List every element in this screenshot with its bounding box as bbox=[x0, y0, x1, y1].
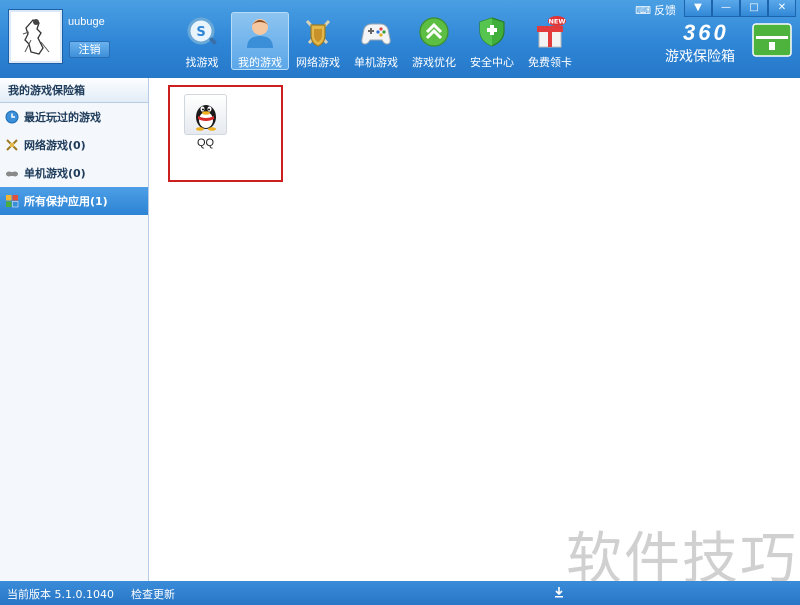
nav-game-optimize[interactable]: 游戏优化 bbox=[405, 12, 463, 70]
feedback-button[interactable]: ⌨ 反馈 bbox=[635, 0, 684, 18]
search-game-icon: S bbox=[187, 17, 217, 45]
nav-label: 找游戏 bbox=[185, 56, 219, 69]
app-label: QQ bbox=[196, 137, 215, 149]
download-icon[interactable] bbox=[553, 586, 565, 601]
nav-single-games[interactable]: 单机游戏 bbox=[347, 12, 405, 70]
maximize-button[interactable]: □ bbox=[740, 0, 768, 17]
sidebar: 我的游戏保险箱 最近玩过的游戏 网络游戏(0) 单机游戏(0) 所有保护应用(1… bbox=[0, 78, 149, 581]
header-bar: uubuge 注销 S 找游戏 我的游戏 网络游戏 单机游戏 游戏优化 安全中心… bbox=[0, 0, 800, 78]
gamepad-icon bbox=[5, 166, 19, 180]
menu-button[interactable]: ▼ bbox=[684, 0, 712, 17]
nav-label: 安全中心 bbox=[470, 56, 514, 69]
sidebar-item-online[interactable]: 网络游戏(0) bbox=[0, 131, 148, 159]
nav-label: 网络游戏 bbox=[296, 56, 340, 69]
username: uubuge bbox=[68, 16, 105, 28]
nav-label: 游戏优化 bbox=[412, 56, 456, 69]
nav-online-games[interactable]: 网络游戏 bbox=[289, 12, 347, 70]
status-bar: 当前版本 5.1.0.1040 检查更新 bbox=[0, 581, 800, 605]
sidebar-title: 我的游戏保险箱 bbox=[0, 78, 148, 103]
content-area: QQ bbox=[149, 78, 800, 581]
sidebar-item-label: 最近玩过的游戏 bbox=[24, 111, 101, 124]
apps-icon bbox=[5, 194, 19, 208]
nav-free-card[interactable]: NEW 免费领卡 bbox=[521, 12, 579, 70]
feedback-label: 反馈 bbox=[654, 4, 676, 17]
swords-shield-icon bbox=[305, 19, 331, 47]
logout-button[interactable]: 注销 bbox=[69, 41, 110, 58]
nav-my-games[interactable]: 我的游戏 bbox=[231, 12, 289, 70]
nav-find-games[interactable]: S 找游戏 bbox=[173, 12, 231, 70]
nav-label: 免费领卡 bbox=[528, 56, 572, 69]
gamepad-icon bbox=[361, 23, 391, 45]
nav-label: 我的游戏 bbox=[238, 56, 282, 69]
svg-text:S: S bbox=[196, 25, 205, 40]
new-badge: NEW bbox=[548, 18, 565, 26]
brand-number: 360 bbox=[683, 20, 729, 45]
window-controls: ⌨ 反馈 ▼ — □ ✕ bbox=[635, 0, 796, 18]
chevron-down-icon: ▼ bbox=[694, 2, 702, 13]
safe-box-icon bbox=[752, 23, 792, 57]
sidebar-item-label: 单机游戏(0) bbox=[24, 167, 86, 180]
qq-penguin-icon bbox=[195, 104, 216, 131]
gift-icon: NEW bbox=[537, 16, 566, 48]
sidebar-item-label: 所有保护应用(1) bbox=[24, 195, 108, 208]
close-button[interactable]: ✕ bbox=[768, 0, 796, 17]
arrow-up-icon bbox=[419, 17, 449, 47]
minimize-button[interactable]: — bbox=[712, 0, 740, 17]
feedback-icon: ⌨ bbox=[635, 3, 651, 17]
main-nav: S 找游戏 我的游戏 网络游戏 单机游戏 游戏优化 安全中心 NEW 免费领卡 bbox=[173, 12, 579, 70]
swords-icon bbox=[5, 138, 19, 152]
sidebar-item-single[interactable]: 单机游戏(0) bbox=[0, 159, 148, 187]
user-icon bbox=[247, 19, 273, 48]
brand: 360 游戏保险箱 bbox=[665, 22, 735, 66]
brand-name: 游戏保险箱 bbox=[665, 49, 735, 65]
sidebar-item-recent[interactable]: 最近玩过的游戏 bbox=[0, 103, 148, 131]
app-card-qq[interactable]: QQ bbox=[168, 85, 283, 182]
avatar-figure-icon bbox=[11, 12, 60, 61]
shield-check-icon bbox=[479, 17, 505, 47]
sidebar-item-label: 网络游戏(0) bbox=[24, 139, 86, 152]
nav-security-center[interactable]: 安全中心 bbox=[463, 12, 521, 70]
avatar[interactable] bbox=[9, 10, 62, 63]
version-text: 当前版本 5.1.0.1040 bbox=[7, 588, 114, 601]
qq-app-icon-tile[interactable] bbox=[184, 94, 227, 135]
clock-icon bbox=[5, 110, 19, 124]
nav-label: 单机游戏 bbox=[354, 56, 398, 69]
sidebar-item-all-protected[interactable]: 所有保护应用(1) bbox=[0, 187, 148, 215]
check-update-link[interactable]: 检查更新 bbox=[131, 586, 175, 602]
